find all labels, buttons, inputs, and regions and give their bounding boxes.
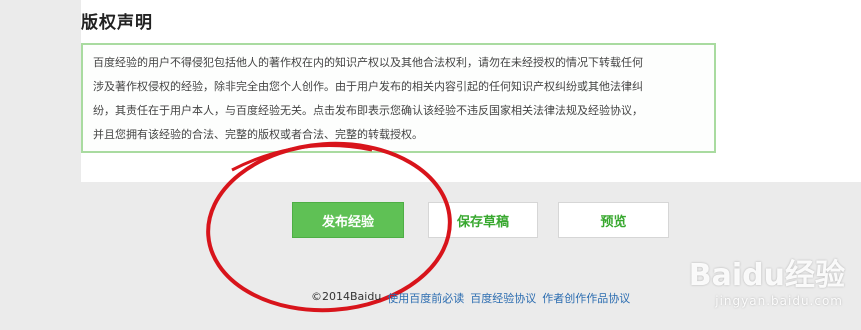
watermark-logo: Baidu经验 [688, 258, 845, 293]
watermark-url: jingyan.baidu.com [715, 294, 843, 308]
notice-line: 纷，其责任在于用户本人，与百度经验无关。点击发布即表示您确认该经验不违反国家相关… [93, 104, 643, 117]
copyright-notice: 百度经验的用户不得侵犯包括他人的著作权在内的知识产权以及其他合法权利，请勿在未经… [81, 43, 716, 153]
baidu-jingyan-watermark: Baidu经验 jingyan.baidu.com [671, 250, 851, 322]
preview-button[interactable]: 预览 [558, 202, 669, 238]
save-draft-button[interactable]: 保存草稿 [428, 202, 538, 238]
footer-link-guide[interactable]: 使用百度前必读 [387, 290, 464, 306]
publish-page: 版权声明 百度经验的用户不得侵犯包括他人的著作权在内的知识产权以及其他合法权利，… [0, 0, 861, 330]
footer: ©2014Baidu 使用百度前必读 百度经验协议 作者创作作品协议 [311, 290, 630, 306]
footer-copyright: ©2014Baidu [311, 290, 382, 303]
publish-button[interactable]: 发布经验 [292, 202, 404, 238]
footer-link-author-agreement[interactable]: 作者创作作品协议 [542, 290, 630, 306]
footer-link-agreement[interactable]: 百度经验协议 [470, 290, 536, 306]
notice-line: 涉及著作权侵权的经验，除非完全由您个人创作。由于用户发布的相关内容引起的任何知识… [93, 80, 643, 93]
notice-line: 并且您拥有该经验的合法、完整的版权或者合法、完整的转载授权。 [93, 128, 423, 141]
copyright-title: 版权声明 [81, 13, 153, 33]
notice-line: 百度经验的用户不得侵犯包括他人的著作权在内的知识产权以及其他合法权利，请勿在未经… [93, 56, 643, 69]
